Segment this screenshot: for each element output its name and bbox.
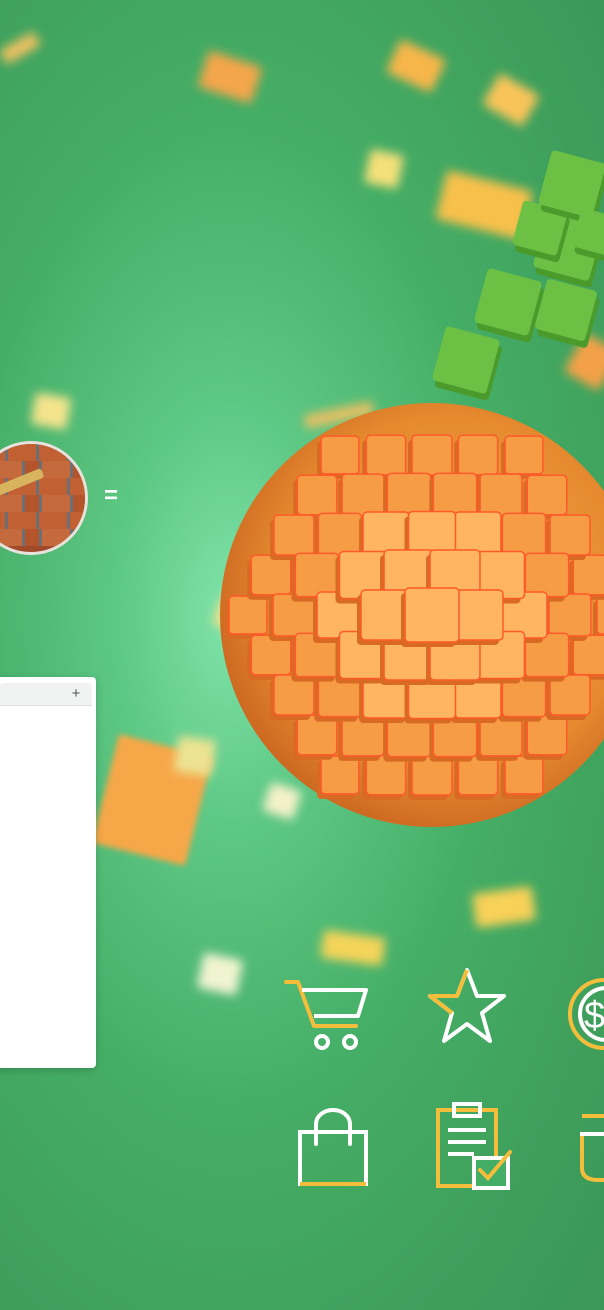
cube	[523, 714, 568, 760]
cube	[569, 554, 604, 600]
cube	[225, 595, 268, 639]
cube	[408, 754, 453, 800]
cube	[247, 634, 292, 680]
cube	[317, 755, 360, 799]
clipboard-checklist-icon[interactable]	[434, 1102, 514, 1192]
green-cube	[432, 326, 502, 401]
green-cube	[535, 279, 600, 348]
cube	[454, 754, 499, 800]
shopping-bag-icon[interactable]	[296, 1108, 370, 1188]
cube	[247, 554, 292, 600]
cube	[501, 435, 544, 479]
cube	[546, 674, 591, 720]
coin-dollar-icon[interactable]: $	[566, 976, 604, 1054]
cube	[401, 587, 460, 647]
shopping-cart-icon[interactable]	[284, 976, 370, 1054]
cube	[593, 595, 604, 639]
star-icon[interactable]	[426, 966, 508, 1048]
cube	[362, 754, 407, 800]
green-cube	[474, 268, 544, 343]
cube	[293, 714, 338, 760]
bucket-icon[interactable]	[578, 1112, 604, 1184]
cube	[317, 435, 360, 479]
cube	[569, 634, 604, 680]
cube	[501, 755, 544, 799]
svg-text:$: $	[584, 995, 604, 1037]
cube	[270, 674, 315, 720]
green-cubes	[432, 150, 604, 401]
